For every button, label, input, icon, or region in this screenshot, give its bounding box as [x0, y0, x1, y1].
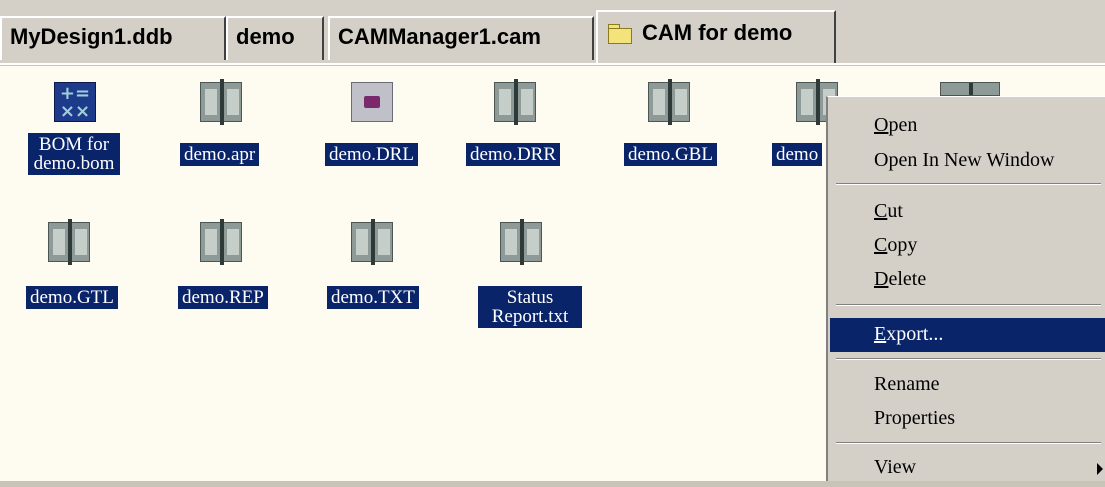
menu-item-cut[interactable]: Cut: [830, 195, 1105, 231]
menu-item-copy[interactable]: Copy: [830, 229, 1105, 265]
tab-mydesign1-ddb[interactable]: MyDesign1.ddb: [0, 16, 226, 60]
menu-item-open[interactable]: Open: [830, 109, 1105, 145]
tab-baseline: [0, 63, 1105, 65]
book-icon: [494, 79, 536, 125]
file-label: demo.REP: [178, 286, 268, 309]
file-label: Status Report.txt: [478, 286, 582, 328]
drill-file-icon: [351, 82, 393, 122]
book-icon: [48, 219, 90, 265]
context-menu: Open Open In New Window Cut Copy Delete …: [826, 96, 1105, 481]
file-label: demo.DRL: [325, 143, 418, 166]
menu-separator: [836, 304, 1101, 306]
file-label: BOM for demo.bom: [28, 133, 120, 175]
book-icon: [648, 79, 690, 125]
submenu-arrow-icon: [1097, 463, 1103, 475]
menu-separator: [836, 442, 1101, 444]
menu-separator: [836, 358, 1101, 360]
book-icon: [200, 79, 242, 125]
file-label: demo: [772, 143, 823, 166]
menu-separator: [836, 183, 1101, 185]
book-icon[interactable]: [940, 82, 1000, 96]
menu-item-rename[interactable]: Rename: [830, 368, 1105, 404]
tab-label: CAMManager1.cam: [338, 24, 541, 49]
menu-item-view[interactable]: View: [830, 451, 1105, 487]
menu-item-properties[interactable]: Properties: [830, 402, 1105, 438]
tab-label: MyDesign1.ddb: [10, 24, 173, 49]
book-icon: [500, 219, 542, 265]
file-label: demo.GTL: [26, 286, 118, 309]
bom-icon: += ××: [54, 82, 96, 122]
tab-label: demo: [236, 24, 295, 49]
menu-item-delete[interactable]: Delete: [830, 263, 1105, 299]
book-icon: [200, 219, 242, 265]
file-label: demo.TXT: [327, 286, 419, 309]
file-label: demo.GBL: [624, 143, 717, 166]
folder-icon: [608, 24, 632, 44]
tab-cam-for-demo[interactable]: CAM for demo: [596, 10, 836, 65]
tab-cammanager1-cam[interactable]: CAMManager1.cam: [328, 16, 594, 60]
tab-label: CAM for demo: [642, 20, 793, 45]
menu-item-export[interactable]: Export...: [830, 318, 1105, 352]
menu-item-open-in-new-window[interactable]: Open In New Window: [830, 144, 1105, 180]
document-tab-bar: MyDesign1.ddb demo CAMManager1.cam CAM f…: [0, 0, 1105, 65]
tab-demo[interactable]: demo: [226, 16, 324, 60]
file-label: demo.apr: [180, 143, 260, 166]
book-icon: [351, 219, 393, 265]
file-label: demo.DRR: [466, 143, 561, 166]
